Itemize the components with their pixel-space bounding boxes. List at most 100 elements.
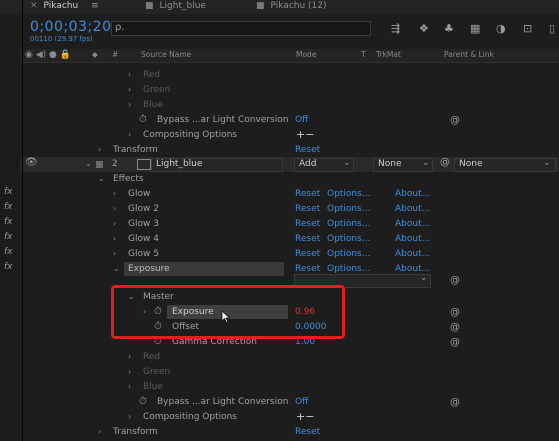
expand-arrow-icon[interactable]: › [98,427,101,436]
bypass-value[interactable]: Off [295,115,308,125]
options-link[interactable]: Options... [327,204,370,214]
parent-select[interactable]: None ⌄ [454,158,556,172]
motion-blur-toggle-icon[interactable]: ◑ [496,22,506,35]
tab-pikachu-12[interactable]: ■ Pikachu (12) [256,0,327,14]
property-row[interactable]: › Blue [20,98,559,113]
effect-row-exposure[interactable]: ⌄ Exposure Reset Options... About... [20,262,559,277]
collapse-arrow-icon[interactable]: ⌄ [85,159,92,168]
trkmat-select[interactable]: None ⌄ [373,158,433,172]
tab-light-blue[interactable]: ■ Light_blue [145,0,206,14]
stopwatch-icon[interactable]: ⏱ [139,396,147,407]
mode-property-row[interactable]: ⌄ @ [20,273,559,288]
effect-row-glow[interactable]: › Glow Reset Options... About... [20,187,559,202]
about-link[interactable]: About... [395,234,430,244]
bypass-value[interactable]: Off [295,397,308,407]
parent-pick-whip-icon[interactable]: @ [440,157,450,168]
fx-icon[interactable]: fx [4,232,13,242]
source-name-header[interactable]: Source Name [141,50,191,59]
options-link[interactable]: Options... [327,234,370,244]
eye-icon[interactable]: 👁 [25,157,38,168]
property-row[interactable]: ⏱ Bypass ...ar Light Conversion Off @ [20,113,559,128]
property-row[interactable]: ⏱ Bypass ...ar Light Conversion Off @ [20,395,559,410]
add-remove-mask-buttons[interactable]: +− [296,128,314,141]
options-link[interactable]: Options... [327,264,370,274]
fx-icon[interactable]: fx [4,217,13,227]
visibility-icons[interactable]: ◉ ◀) ● 🔒 [25,50,71,60]
fx-icon[interactable]: fx [4,262,13,272]
property-row[interactable]: › Green [20,83,559,98]
effect-row-glow-3[interactable]: › Glow 3 Reset Options... About... [20,217,559,232]
graph-editor-icon[interactable]: ⊡ [523,22,532,35]
transform-reset[interactable]: Reset [295,427,320,437]
property-row[interactable]: › Red [20,350,559,365]
close-icon[interactable]: ■ [256,1,265,11]
trkmat-header[interactable]: TrkMat [376,50,401,59]
expand-arrow-icon[interactable]: › [98,145,101,154]
expand-arrow-icon[interactable]: › [113,204,116,213]
property-row[interactable]: › Compositing Options +− [20,410,559,425]
effects-group-row[interactable]: ⌄ Effects [20,172,559,187]
layer-name-field[interactable]: Light_blue [151,158,283,172]
reset-link[interactable]: Reset [295,249,320,259]
property-row[interactable]: › Red [20,68,559,83]
fx-icon[interactable]: fx [4,247,13,257]
options-link[interactable]: Options... [327,189,370,199]
expand-arrow-icon[interactable]: › [128,412,131,421]
mode-header[interactable]: Mode [296,50,316,59]
property-row[interactable]: › Blue [20,380,559,395]
expand-arrow-icon[interactable]: › [128,352,131,361]
current-time-display[interactable]: 0;00;03;20 [30,19,112,35]
transform-row[interactable]: › Transform Reset [20,425,559,440]
stopwatch-icon[interactable]: ⏱ [139,114,147,125]
about-link[interactable]: About... [395,249,430,259]
motion-blur-icon[interactable]: ⇶ [391,22,400,35]
pick-whip-icon[interactable]: @ [450,275,460,286]
collapse-arrow-icon[interactable]: ⌄ [113,264,120,273]
transform-row[interactable]: › Transform Reset [20,143,559,158]
blend-mode-select[interactable]: Add ⌄ [294,158,354,172]
about-link[interactable]: About... [395,189,430,199]
expand-arrow-icon[interactable]: › [128,367,131,376]
expand-arrow-icon[interactable]: › [113,189,116,198]
parent-link-header[interactable]: Parent & Link [444,50,494,59]
draft-3d-icon[interactable]: ❖ [419,22,429,35]
collapse-arrow-icon[interactable]: ⌄ [98,174,105,183]
property-row[interactable]: › Green [20,365,559,380]
options-link[interactable]: Options... [327,249,370,259]
expand-arrow-icon[interactable]: › [128,130,131,139]
label-color-swatch[interactable] [96,161,103,168]
add-remove-mask-buttons[interactable]: +− [296,410,314,423]
effect-row-glow-4[interactable]: › Glow 4 Reset Options... About... [20,232,559,247]
reset-link[interactable]: Reset [295,234,320,244]
fx-icon[interactable]: fx [4,202,13,212]
expand-arrow-icon[interactable]: › [128,70,131,79]
property-row[interactable]: › Compositing Options +− [20,128,559,143]
expand-arrow-icon[interactable]: › [113,249,116,258]
about-link[interactable]: About... [395,204,430,214]
shy-icon[interactable]: ♣ [444,22,454,35]
reset-link[interactable]: Reset [295,204,320,214]
expand-arrow-icon[interactable]: › [128,100,131,109]
pick-whip-icon[interactable]: @ [450,322,460,333]
effect-row-glow-2[interactable]: › Glow 2 Reset Options... About... [20,202,559,217]
reset-link[interactable]: Reset [295,189,320,199]
transform-reset[interactable]: Reset [295,145,320,155]
options-link[interactable]: Options... [327,219,370,229]
reset-link[interactable]: Reset [295,264,320,274]
expand-arrow-icon[interactable]: › [113,219,116,228]
pick-whip-icon[interactable]: @ [450,115,460,126]
expand-arrow-icon[interactable]: › [128,382,131,391]
expand-arrow-icon[interactable]: › [113,234,116,243]
tab-pikachu[interactable]: ✕ Pikachu ≡ [30,0,99,14]
about-link[interactable]: About... [395,219,430,229]
layer-search-input[interactable]: ρ. [111,21,371,36]
pick-whip-icon[interactable]: @ [450,337,460,348]
menu-icon[interactable]: ≡ [91,1,99,11]
panel-options-icon[interactable]: ▯ [549,22,555,35]
close-icon[interactable]: ■ [145,1,154,11]
close-icon[interactable]: ✕ [30,1,38,11]
frame-blending-icon[interactable]: ▦ [470,22,480,35]
expand-arrow-icon[interactable]: › [128,85,131,94]
fx-icon[interactable]: fx [4,187,13,197]
reset-link[interactable]: Reset [295,219,320,229]
